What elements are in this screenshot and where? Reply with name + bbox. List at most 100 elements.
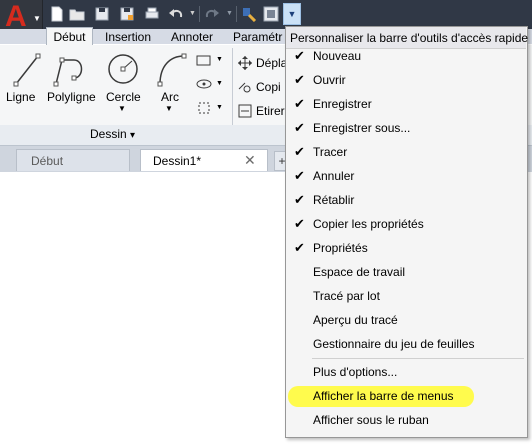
file-tab-start[interactable]: Début <box>16 149 130 171</box>
chevron-down-icon: ▼ <box>226 10 233 17</box>
menu-item-proprietes[interactable]: ✔ Propriétés <box>286 236 526 260</box>
arc-tool-icon[interactable] <box>156 52 188 88</box>
stretch-tool-label[interactable]: Etirer <box>256 104 285 118</box>
tab-insertion[interactable]: Insertion <box>105 29 151 45</box>
move-icon[interactable] <box>237 55 253 71</box>
menu-item-label: Annuler <box>313 169 355 183</box>
qat-matchprop-button[interactable] <box>240 5 257 22</box>
menu-item-label: Propriétés <box>313 241 368 255</box>
checkmark-icon: ✔ <box>294 96 305 111</box>
menu-item-label: Espace de travail <box>313 265 406 279</box>
arc-tool-label[interactable]: Arc <box>161 90 179 104</box>
tab-parametrique[interactable]: Paramétr <box>233 29 282 45</box>
menu-item-label: Copier les propriétés <box>313 217 424 231</box>
tab-annoter[interactable]: Annoter <box>171 29 213 45</box>
menu-item-enregistrer[interactable]: ✔ Enregistrer <box>286 92 526 116</box>
menu-item-ouvrir[interactable]: ✔ Ouvrir <box>286 68 526 92</box>
rectangle-tool-icon[interactable] <box>196 55 212 67</box>
menu-item-enregistrer-sous[interactable]: ✔ Enregistrer sous... <box>286 116 526 140</box>
qat-new-button[interactable] <box>48 5 65 22</box>
chevron-down-icon: ▼ <box>33 14 41 23</box>
customize-qat-dropdown-button[interactable]: ▼ <box>283 3 301 25</box>
chevron-down-icon: ▾ <box>130 130 136 141</box>
menu-item-label: Aperçu du tracé <box>313 313 398 327</box>
menu-item-trace-par-lot[interactable]: Tracé par lot <box>286 284 526 308</box>
stretch-icon[interactable] <box>237 103 253 119</box>
menu-item-gestionnaire-jeu-feuilles[interactable]: Gestionnaire du jeu de feuilles <box>286 332 526 356</box>
menu-item-label: Enregistrer sous... <box>313 121 411 135</box>
checkmark-icon: ✔ <box>294 216 305 231</box>
copy-icon[interactable] <box>237 79 253 95</box>
menu-item-apercu-du-trace[interactable]: Aperçu du tracé <box>286 308 526 332</box>
menu-item-afficher-sous-ruban[interactable]: Afficher sous le ruban <box>286 408 526 432</box>
menu-title: Personnaliser la barre d'outils d'accès … <box>290 31 529 45</box>
qat-open-button[interactable] <box>68 5 85 22</box>
menu-item-label: Nouveau <box>313 49 362 63</box>
circle-tool-label[interactable]: Cercle <box>106 90 141 104</box>
menu-item-label: Tracer <box>313 145 348 159</box>
menu-item-label: Tracé par lot <box>313 289 380 303</box>
menu-item-label: Plus d'options... <box>313 365 398 379</box>
menu-item-annuler[interactable]: ✔ Annuler <box>286 164 526 188</box>
menu-item-label: Gestionnaire du jeu de feuilles <box>313 337 475 351</box>
circle-tool-icon[interactable] <box>106 52 140 86</box>
polyline-tool-icon[interactable] <box>52 52 86 88</box>
chevron-down-icon[interactable]: ▼ <box>118 104 126 113</box>
checkmark-icon: ✔ <box>294 168 305 183</box>
undo-icon <box>168 8 182 17</box>
qat-plot-button[interactable] <box>143 5 160 22</box>
hatch-tool-icon[interactable] <box>196 78 212 90</box>
match-properties-icon <box>242 7 256 22</box>
menu-item-tracer[interactable]: ✔ Tracer <box>286 140 526 164</box>
chevron-down-icon[interactable]: ▼ <box>165 104 173 113</box>
menu-item-label: Ouvrir <box>313 73 346 87</box>
menu-item-label: Afficher sous le ruban <box>313 413 429 427</box>
qat-redo-button[interactable] <box>203 5 220 22</box>
autocad-logo-icon: A <box>5 0 27 33</box>
checkmark-icon: ✔ <box>294 120 305 135</box>
printer-icon <box>145 7 158 18</box>
polyline-tool-label[interactable]: Polyligne <box>47 90 96 104</box>
chevron-down-icon[interactable]: ▼ <box>216 104 223 111</box>
draw-panel-title[interactable]: Dessin ▾ <box>90 127 135 141</box>
chevron-down-icon: ▼ <box>189 10 196 17</box>
checkmark-icon: ✔ <box>294 192 305 207</box>
checkmark-icon: ✔ <box>294 48 305 63</box>
toolbar-separator <box>236 6 237 22</box>
save-as-icon <box>120 7 133 20</box>
line-tool-label[interactable]: Ligne <box>6 90 35 104</box>
save-icon <box>95 7 108 20</box>
checkmark-icon: ✔ <box>294 72 305 87</box>
menu-item-label: Rétablir <box>313 193 355 207</box>
menu-separator <box>312 358 524 359</box>
menu-item-plus-options[interactable]: Plus d'options... <box>286 360 526 384</box>
qat-properties-button[interactable] <box>262 5 279 22</box>
redo-icon <box>205 8 219 17</box>
menu-item-retablir[interactable]: ✔ Rétablir <box>286 188 526 212</box>
tab-debut[interactable]: Début <box>46 27 93 46</box>
menu-item-nouveau[interactable]: ✔ Nouveau <box>286 44 526 68</box>
open-folder-icon <box>69 9 84 20</box>
draw-panel-label: Dessin <box>90 127 127 141</box>
menu-item-label: Enregistrer <box>313 97 372 111</box>
chevron-down-icon[interactable]: ▼ <box>216 80 223 87</box>
close-icon[interactable]: ✕ <box>244 152 256 169</box>
menu-item-espace-de-travail[interactable]: Espace de travail <box>286 260 526 284</box>
boundary-tool-icon[interactable] <box>196 100 212 116</box>
chevron-down-icon: ▼ <box>287 9 297 19</box>
qat-undo-button[interactable] <box>167 5 184 22</box>
line-tool-icon[interactable] <box>12 52 42 88</box>
qat-saveas-button[interactable] <box>118 5 135 22</box>
toolbar-separator <box>199 6 200 22</box>
checkmark-icon: ✔ <box>294 240 305 255</box>
copy-tool-label[interactable]: Copi <box>256 80 281 94</box>
menu-item-afficher-barre-menus[interactable]: Afficher la barre de menus <box>286 384 526 408</box>
move-tool-label[interactable]: Dépla <box>256 56 287 70</box>
qat-save-button[interactable] <box>93 5 110 22</box>
new-file-icon <box>51 6 62 21</box>
properties-icon <box>263 6 278 21</box>
menu-item-label: Afficher la barre de menus <box>313 389 454 403</box>
menu-item-copier-proprietes[interactable]: ✔ Copier les propriétés <box>286 212 526 236</box>
checkmark-icon: ✔ <box>294 144 305 159</box>
chevron-down-icon[interactable]: ▼ <box>216 56 223 63</box>
